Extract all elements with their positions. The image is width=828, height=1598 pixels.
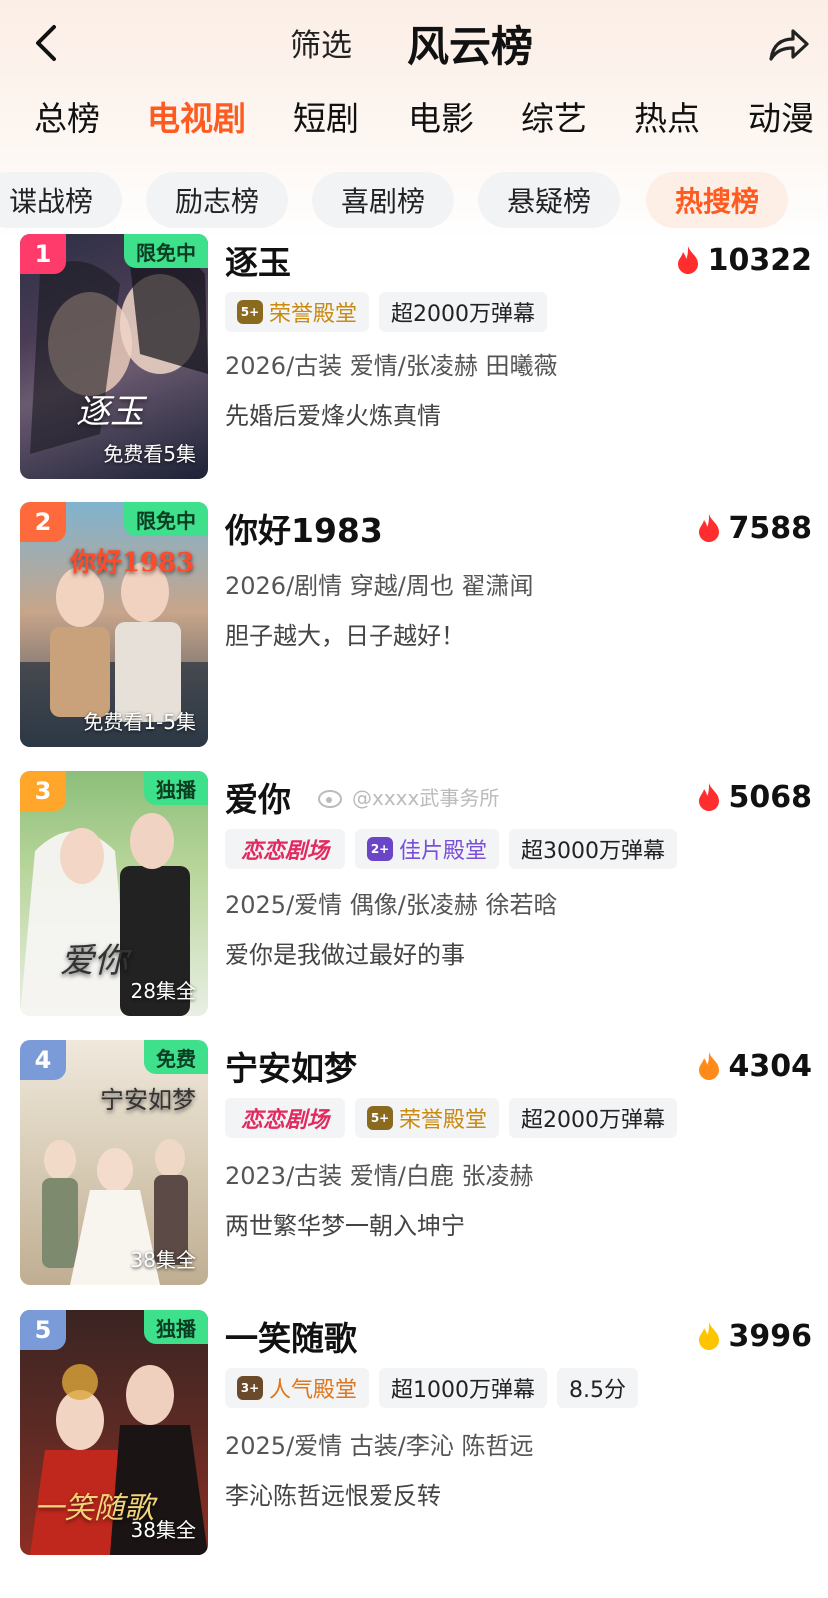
tab-tv-series[interactable]: 电视剧 [147, 92, 246, 140]
drama-title[interactable]: 逐玉 [225, 236, 291, 284]
score-badge: 8.5分 [557, 1368, 639, 1408]
heat-value: 4304 [728, 1048, 813, 1084]
danmaku-badge: 超2000万弹幕 [509, 1098, 678, 1138]
share-button[interactable] [764, 20, 814, 70]
episode-count: 38集全 [130, 1248, 196, 1272]
honor-badge: 5+ 荣誉殿堂 [355, 1098, 500, 1138]
meta-info: 2026/古装 爱情/张凌赫 田曦薇 [225, 352, 558, 380]
heat-score: 5068 [697, 777, 813, 817]
heat-score: 3996 [697, 1316, 813, 1356]
laurel-icon: 5+ [237, 300, 263, 324]
header: 筛选 风云榜 [0, 0, 828, 86]
chip-comedy[interactable]: 喜剧榜 [312, 172, 454, 228]
honor-badge: 2+ 佳片殿堂 [355, 829, 500, 869]
page-title: 风云榜 [407, 22, 534, 71]
danmaku-badge: 超1000万弹幕 [379, 1368, 548, 1408]
episode-count: 28集全 [130, 979, 196, 1003]
flame-icon [698, 1052, 719, 1080]
laurel-icon: 5+ [367, 1106, 394, 1130]
tab-zongbang[interactable]: 总榜 [34, 92, 100, 140]
chip-hot-search[interactable]: 热搜榜 [646, 172, 788, 228]
meta-info: 2025/爱情 古装/李沁 陈哲远 [225, 1432, 534, 1460]
drama-title[interactable]: 你好1983 [225, 504, 383, 552]
status-tag: 免费 [144, 1040, 208, 1074]
category-tabs: 总榜 电视剧 短剧 电影 综艺 热点 动漫 [0, 92, 828, 152]
rank-badge: 4 [20, 1040, 66, 1080]
description: 胆子越大，日子越好！ [225, 622, 465, 650]
status-tag: 限免中 [124, 502, 208, 536]
honor-badge: 5+ 荣誉殿堂 [225, 292, 370, 332]
meta-info: 2025/爱情 偶像/张凌赫 徐若晗 [225, 891, 558, 919]
rank-badge: 1 [20, 234, 66, 274]
rank-badge: 5 [20, 1310, 66, 1350]
poster-title: 爱你 [60, 941, 128, 981]
chip-spy[interactable]: 谍战榜 [0, 172, 122, 228]
flame-icon [698, 1322, 719, 1350]
badge-row: 5+ 荣誉殿堂 超2000万弹幕 [225, 292, 548, 332]
description: 爱你是我做过最好的事 [225, 941, 465, 969]
heat-value: 3996 [728, 1318, 813, 1354]
meta-info: 2026/剧情 穿越/周也 翟潇闻 [225, 572, 534, 600]
poster[interactable]: 爱你 3 独播 28集全 [20, 771, 208, 1016]
poster-title: 逐玉 [76, 392, 144, 432]
rank-badge: 3 [20, 771, 66, 811]
list-item[interactable]: 宁安如梦 4 免费 38集全 宁安如梦 4304 恋恋剧场 5+ 荣誉殿堂 超2… [0, 1040, 828, 1290]
heat-score: 4304 [697, 1046, 813, 1086]
badge-row: 3+ 人气殿堂 超1000万弹幕 8.5分 [225, 1368, 639, 1408]
tab-short-drama[interactable]: 短剧 [293, 92, 359, 140]
heat-score: 7588 [697, 508, 813, 548]
list-item[interactable]: 一笑随歌 5 独播 38集全 一笑随歌 3996 3+ 人气殿堂 超1000万弹… [0, 1310, 828, 1560]
tab-variety[interactable]: 综艺 [521, 92, 587, 140]
list-item[interactable]: 你好1983 2 限免中 免费看1-5集 你好1983 7588 2026/剧情… [0, 502, 828, 752]
drama-title[interactable]: 爱你 [225, 773, 291, 821]
heat-score: 10322 [676, 240, 812, 280]
honor-badge: 3+ 人气殿堂 [225, 1368, 370, 1408]
chevron-left-icon [36, 25, 56, 61]
tab-hot[interactable]: 热点 [634, 92, 700, 140]
episode-count: 免费看1-5集 [83, 710, 196, 734]
poster[interactable]: 宁安如梦 4 免费 38集全 [20, 1040, 208, 1285]
status-tag: 独播 [144, 771, 208, 805]
theater-badge: 恋恋剧场 [225, 829, 346, 869]
sub-category-chips: 谍战榜 励志榜 喜剧榜 悬疑榜 热搜榜 [0, 172, 828, 230]
chip-inspirational[interactable]: 励志榜 [146, 172, 288, 228]
drama-title[interactable]: 宁安如梦 [225, 1042, 357, 1090]
poster-title: 你好1983 [70, 548, 195, 578]
drama-title[interactable]: 一笑随歌 [225, 1312, 357, 1360]
poster[interactable]: 你好1983 2 限免中 免费看1-5集 [20, 502, 208, 747]
description: 两世繁华梦一朝入坤宁 [225, 1212, 465, 1240]
badge-row: 恋恋剧场 5+ 荣誉殿堂 超2000万弹幕 [225, 1098, 678, 1138]
episode-count: 免费看5集 [103, 442, 196, 466]
laurel-icon: 3+ [237, 1376, 263, 1400]
description: 李沁陈哲远恨爱反转 [225, 1482, 441, 1510]
heat-value: 7588 [728, 510, 813, 546]
chip-suspense[interactable]: 悬疑榜 [478, 172, 620, 228]
list-item[interactable]: 爱你 3 独播 28集全 爱你 5068 恋恋剧场 2+ 佳片殿堂 超3000万… [0, 771, 828, 1021]
list-item[interactable]: 逐玉 1 限免中 免费看5集 逐玉 10322 5+ 荣誉殿堂 超2000万弹幕… [0, 234, 828, 484]
episode-count: 38集全 [130, 1518, 196, 1542]
rank-badge: 2 [20, 502, 66, 542]
status-tag: 限免中 [124, 234, 208, 268]
poster[interactable]: 一笑随歌 5 独播 38集全 [20, 1310, 208, 1555]
heat-value: 5068 [728, 779, 813, 815]
meta-info: 2023/古装 爱情/白鹿 张凌赫 [225, 1162, 534, 1190]
badge-row: 恋恋剧场 2+ 佳片殿堂 超3000万弹幕 [225, 829, 678, 869]
status-tag: 独播 [144, 1310, 208, 1344]
share-icon [769, 29, 809, 61]
poster[interactable]: 逐玉 1 限免中 免费看5集 [20, 234, 208, 479]
back-button[interactable] [26, 18, 66, 68]
laurel-icon: 2+ [367, 837, 394, 861]
filter-button[interactable]: 筛选 [290, 20, 352, 65]
flame-icon [698, 783, 719, 811]
description: 先婚后爱烽火炼真情 [225, 402, 441, 430]
poster-title: 宁安如梦 [100, 1086, 196, 1114]
danmaku-badge: 超3000万弹幕 [509, 829, 678, 869]
heat-value: 10322 [707, 242, 812, 278]
flame-icon [677, 246, 698, 274]
flame-icon [698, 514, 719, 542]
danmaku-badge: 超2000万弹幕 [379, 292, 548, 332]
tab-anime[interactable]: 动漫 [748, 92, 814, 140]
tab-movie[interactable]: 电影 [408, 92, 474, 140]
theater-badge: 恋恋剧场 [225, 1098, 346, 1138]
